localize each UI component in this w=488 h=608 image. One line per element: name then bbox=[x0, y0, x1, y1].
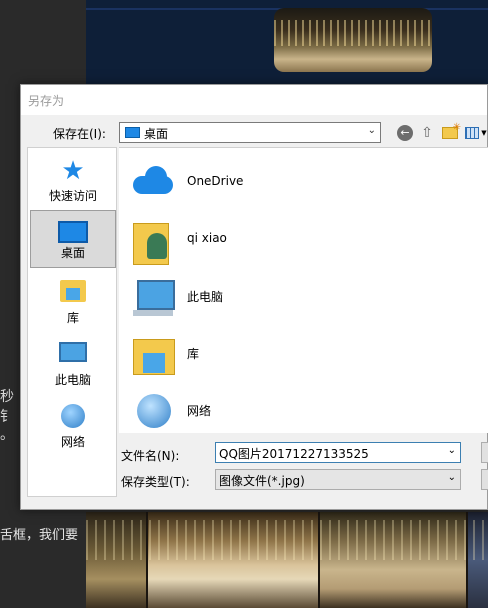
list-item-network[interactable]: 网络 bbox=[127, 386, 487, 433]
view-grid-icon bbox=[465, 127, 480, 139]
file-name: 此电脑 bbox=[187, 290, 224, 304]
place-desktop[interactable]: 桌面 bbox=[30, 210, 116, 268]
computer-icon bbox=[131, 276, 175, 320]
save-in-dropdown[interactable]: 桌面 ⌄ bbox=[119, 122, 381, 143]
list-item-user-folder[interactable]: qi xiao bbox=[127, 215, 487, 267]
desktop-icon bbox=[58, 221, 88, 243]
file-name: 网络 bbox=[187, 404, 212, 418]
chevron-down-icon: ⌄ bbox=[367, 125, 376, 136]
filename-label: 文件名(N): bbox=[121, 449, 180, 463]
file-list: OneDrive qi xiao 此电脑 库 网络 bbox=[119, 147, 488, 433]
back-button[interactable]: ← bbox=[395, 123, 415, 143]
save-in-value: 桌面 bbox=[144, 127, 169, 141]
network-icon bbox=[61, 404, 85, 428]
place-quick-access[interactable]: ★ 快速访问 bbox=[30, 152, 116, 210]
cancel-button[interactable] bbox=[481, 469, 488, 490]
user-folder-icon bbox=[131, 219, 175, 265]
filetype-value: 图像文件(*.jpg) bbox=[219, 474, 305, 488]
new-folder-button[interactable]: ✳ bbox=[439, 122, 461, 143]
computer-icon bbox=[59, 342, 87, 362]
up-folder-button[interactable]: ⇧ bbox=[417, 123, 437, 143]
place-library[interactable]: 库 bbox=[30, 274, 116, 332]
save-as-dialog: 另存为 保存在(I): 桌面 ⌄ ← ⇧ ✳ ▼ ★ 快速访问 桌面 库 此电脑… bbox=[20, 84, 488, 510]
filename-value: QQ图片20171227133525 bbox=[219, 447, 369, 461]
place-label: 此电脑 bbox=[54, 373, 91, 387]
caret-down-icon: ▼ bbox=[481, 129, 487, 137]
chevron-down-icon: ⌄ bbox=[447, 472, 456, 483]
article-photo-top bbox=[274, 8, 432, 72]
place-label: 快速访问 bbox=[48, 189, 97, 203]
article-text-fragment: 。 bbox=[0, 427, 14, 443]
place-label: 网络 bbox=[60, 435, 85, 449]
file-name: OneDrive bbox=[187, 174, 244, 188]
article-photo-strip bbox=[86, 512, 488, 608]
desktop-icon bbox=[125, 127, 140, 138]
file-name: 库 bbox=[187, 347, 200, 361]
library-icon bbox=[60, 280, 86, 302]
chevron-down-icon[interactable]: ⌄ bbox=[448, 445, 456, 456]
article-text-fragment: 舌框，我们要 bbox=[0, 528, 79, 543]
file-name: qi xiao bbox=[187, 231, 227, 245]
save-in-label: 保存在(I): bbox=[53, 127, 106, 141]
filetype-dropdown[interactable]: 图像文件(*.jpg) ⌄ bbox=[215, 469, 461, 490]
save-button[interactable] bbox=[481, 442, 488, 463]
onedrive-icon bbox=[131, 162, 175, 206]
network-icon bbox=[131, 390, 175, 433]
dialog-title: 另存为 bbox=[28, 94, 65, 108]
list-item-this-pc[interactable]: 此电脑 bbox=[127, 272, 487, 324]
filetype-label: 保存类型(T): bbox=[121, 475, 190, 489]
filename-input[interactable]: QQ图片20171227133525 ⌄ bbox=[215, 442, 461, 463]
back-arrow-icon: ← bbox=[397, 125, 413, 141]
up-folder-icon: ⇧ bbox=[421, 125, 433, 141]
list-item-library[interactable]: 库 bbox=[127, 329, 487, 381]
places-bar: ★ 快速访问 桌面 库 此电脑 网络 bbox=[27, 147, 117, 497]
new-folder-icon: ✳ bbox=[442, 122, 461, 139]
library-icon bbox=[131, 333, 175, 377]
dialog-titlebar[interactable]: 另存为 bbox=[21, 85, 487, 115]
place-label: 库 bbox=[66, 311, 79, 325]
list-item-onedrive[interactable]: OneDrive bbox=[127, 158, 487, 210]
star-icon: ★ bbox=[61, 156, 85, 186]
place-network[interactable]: 网络 bbox=[30, 398, 116, 456]
place-label: 桌面 bbox=[60, 246, 85, 260]
view-menu-button[interactable]: ▼ bbox=[463, 123, 488, 143]
article-text-fragment: 秒钅 bbox=[0, 389, 14, 425]
place-this-pc[interactable]: 此电脑 bbox=[30, 336, 116, 394]
